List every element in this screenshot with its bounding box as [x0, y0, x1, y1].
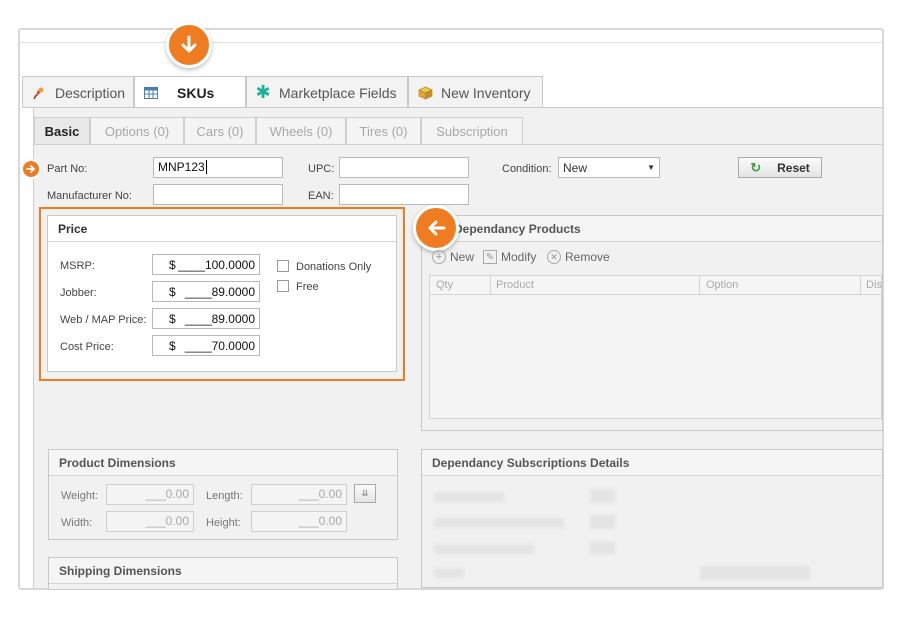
- column-product[interactable]: Product: [496, 279, 534, 291]
- manufacturer-no-input[interactable]: [153, 184, 283, 205]
- shipping-dimensions-title: Shipping Dimensions: [49, 558, 397, 584]
- cost-price-input[interactable]: $ ____70.0000: [152, 335, 260, 356]
- dependancy-products-grid-header: Qty Product Option Dis: [429, 275, 882, 296]
- blurred-content: [700, 566, 810, 580]
- undo-icon: ↻: [750, 159, 762, 175]
- length-label: Length:: [206, 490, 243, 502]
- new-button[interactable]: + New: [432, 250, 474, 264]
- subtab-options[interactable]: Options (0): [90, 117, 184, 145]
- tab-new-inventory-label: New Inventory: [441, 84, 531, 101]
- column-qty[interactable]: Qty: [436, 279, 453, 291]
- length-input[interactable]: ___0.00: [251, 484, 347, 505]
- jobber-label: Jobber:: [60, 287, 97, 299]
- condition-select[interactable]: New ▼: [558, 157, 660, 178]
- dependancy-subscriptions-title: Dependancy Subscriptions Details: [422, 450, 882, 476]
- msrp-label: MSRP:: [60, 260, 95, 272]
- tab-description-label: Description: [55, 84, 126, 101]
- column-option[interactable]: Option: [706, 279, 738, 291]
- column-dis[interactable]: Dis: [866, 279, 882, 291]
- part-no-label: Part No:: [47, 163, 88, 175]
- box-icon: [417, 85, 433, 101]
- weight-input[interactable]: ___0.00: [106, 484, 194, 505]
- dependancy-products-title: Dependancy Products: [422, 216, 882, 242]
- arrow-down-icon: [166, 22, 212, 68]
- arrow-right-icon: [21, 159, 41, 179]
- header-divider: [20, 42, 882, 43]
- blurred-content: [434, 544, 534, 554]
- jobber-input[interactable]: $ ____89.0000: [152, 281, 260, 302]
- web-map-price-label: Web / MAP Price:: [60, 314, 147, 326]
- arrow-left-icon: [413, 205, 459, 251]
- condition-label: Condition:: [502, 163, 552, 175]
- tab-description[interactable]: Description: [22, 76, 134, 108]
- subtab-wheels[interactable]: Wheels (0): [256, 117, 346, 145]
- paint-icon: [31, 85, 47, 101]
- height-label: Height:: [206, 517, 241, 529]
- shipping-dimensions-group: Shipping Dimensions: [48, 557, 398, 590]
- expand-icon: ⇊: [361, 488, 369, 498]
- height-input[interactable]: ___0.00: [251, 511, 347, 532]
- msrp-input[interactable]: $ ____100.0000: [152, 254, 260, 275]
- table-icon: [143, 85, 159, 101]
- subtab-cars[interactable]: Cars (0): [184, 117, 256, 145]
- part-no-input[interactable]: MNP123: [153, 157, 283, 178]
- cost-price-label: Cost Price:: [60, 341, 114, 353]
- blurred-content: [434, 518, 564, 528]
- blurred-content: [434, 492, 504, 502]
- donations-only-label: Donations Only: [296, 261, 372, 273]
- dependancy-products-grid-body[interactable]: [429, 295, 882, 419]
- tab-marketplace-fields[interactable]: ✱ Marketplace Fields: [246, 76, 408, 108]
- manufacturer-no-label: Manufacturer No:: [47, 190, 132, 202]
- width-label: Width:: [61, 517, 93, 529]
- tab-new-inventory[interactable]: New Inventory: [408, 76, 543, 108]
- dimensions-calc-button[interactable]: ⇊: [354, 484, 376, 503]
- width-input[interactable]: ___0.00: [106, 511, 194, 532]
- upc-label: UPC:: [308, 163, 335, 175]
- web-map-price-input[interactable]: $ ____89.0000: [152, 308, 260, 329]
- subtabs-divider: [34, 144, 882, 145]
- reset-button[interactable]: ↻ Reset: [738, 157, 822, 178]
- blurred-content: [590, 541, 615, 555]
- text-cursor: [205, 160, 207, 174]
- add-icon: +: [432, 250, 446, 264]
- dropdown-arrow-icon: ▼: [647, 163, 655, 172]
- ean-label: EAN:: [308, 190, 334, 202]
- donations-only-checkbox[interactable]: [277, 260, 289, 272]
- weight-label: Weight:: [61, 490, 99, 502]
- blurred-content: [434, 568, 464, 578]
- product-dimensions-title: Product Dimensions: [49, 450, 397, 476]
- ean-input[interactable]: [339, 184, 469, 205]
- subtab-subscription[interactable]: Subscription: [421, 117, 523, 145]
- tab-skus-label: SKUs: [177, 85, 215, 101]
- subtab-basic[interactable]: Basic: [34, 117, 90, 145]
- subtab-tires[interactable]: Tires (0): [346, 117, 421, 145]
- remove-icon: ✕: [547, 250, 561, 264]
- remove-button[interactable]: ✕ Remove: [547, 250, 610, 264]
- tab-marketplace-fields-label: Marketplace Fields: [279, 84, 397, 101]
- free-label: Free: [296, 281, 319, 293]
- asterisk-icon: ✱: [255, 82, 271, 102]
- upc-input[interactable]: [339, 157, 469, 178]
- blurred-content: [590, 489, 615, 503]
- modify-button[interactable]: ✎ Modify: [483, 250, 536, 264]
- free-checkbox[interactable]: [277, 280, 289, 292]
- edit-icon: ✎: [483, 250, 497, 264]
- blurred-content: [590, 515, 615, 529]
- tab-skus[interactable]: SKUs: [134, 76, 246, 109]
